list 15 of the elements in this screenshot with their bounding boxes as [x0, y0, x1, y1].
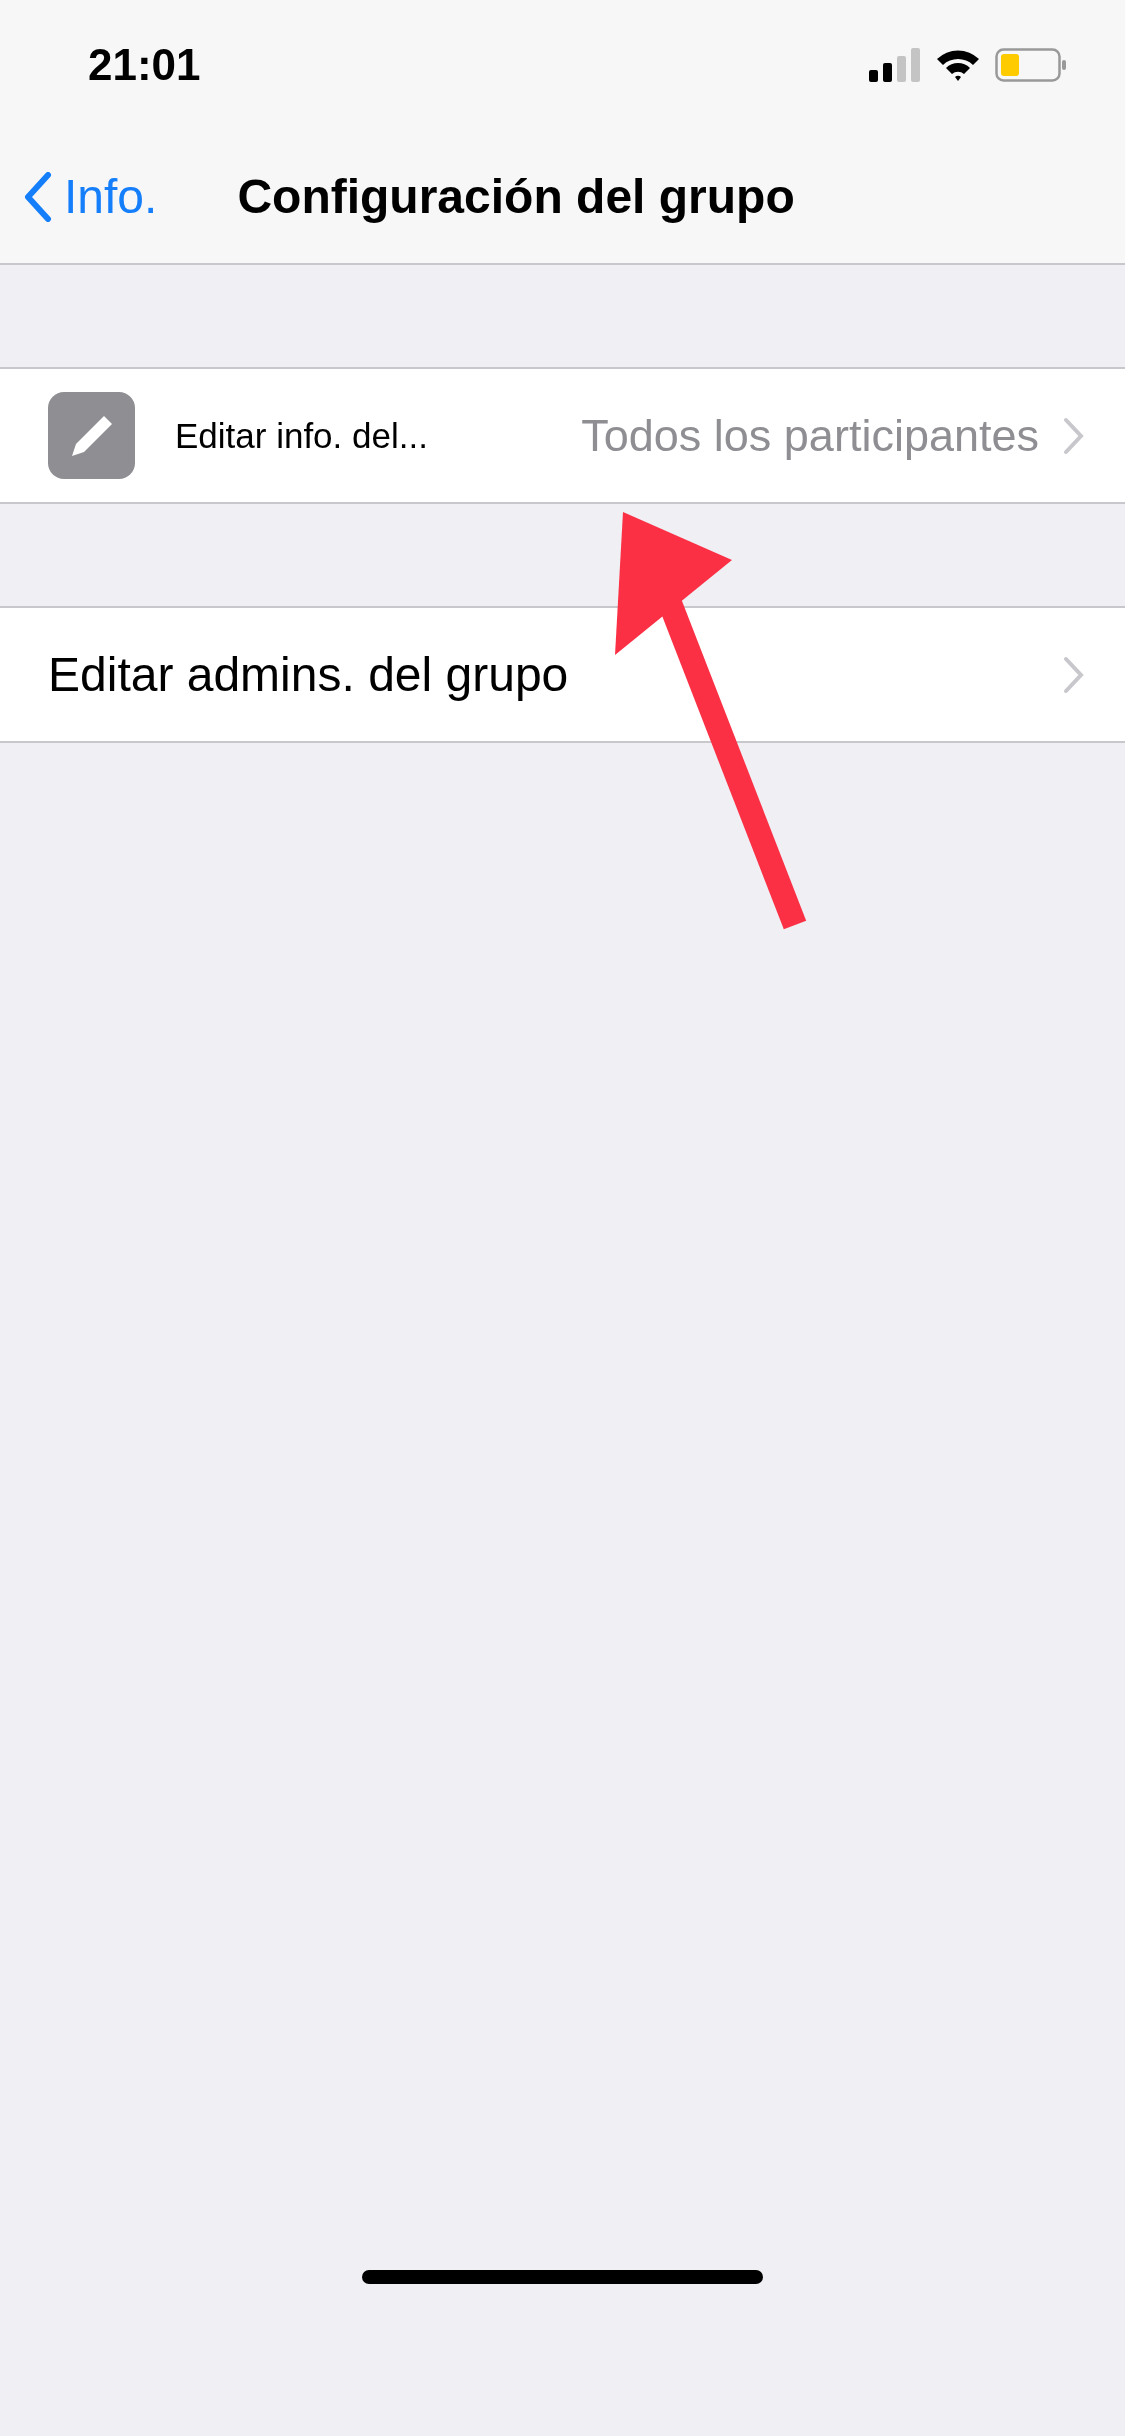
battery-icon: [995, 48, 1067, 82]
row-label: Editar admins. del grupo: [48, 647, 569, 702]
status-time: 21:01: [88, 40, 201, 90]
pencil-icon: [48, 392, 135, 479]
chevron-icon: [1063, 416, 1085, 455]
chevron-icon: [1063, 655, 1085, 694]
settings-row[interactable]: Editar admins. del grupo: [0, 608, 1125, 741]
back-button[interactable]: Info.: [24, 169, 158, 224]
chevron-left-icon: [24, 171, 52, 222]
wifi-icon: [935, 48, 981, 82]
signal-icon: [869, 48, 921, 82]
screen-title: Configuración del grupo: [237, 169, 795, 224]
settings-row[interactable]: Editar info. del... Todos los participantes: [0, 369, 1125, 502]
row-value: Todos los participantes: [581, 409, 1039, 462]
row-label: Editar info. del...: [175, 415, 428, 456]
